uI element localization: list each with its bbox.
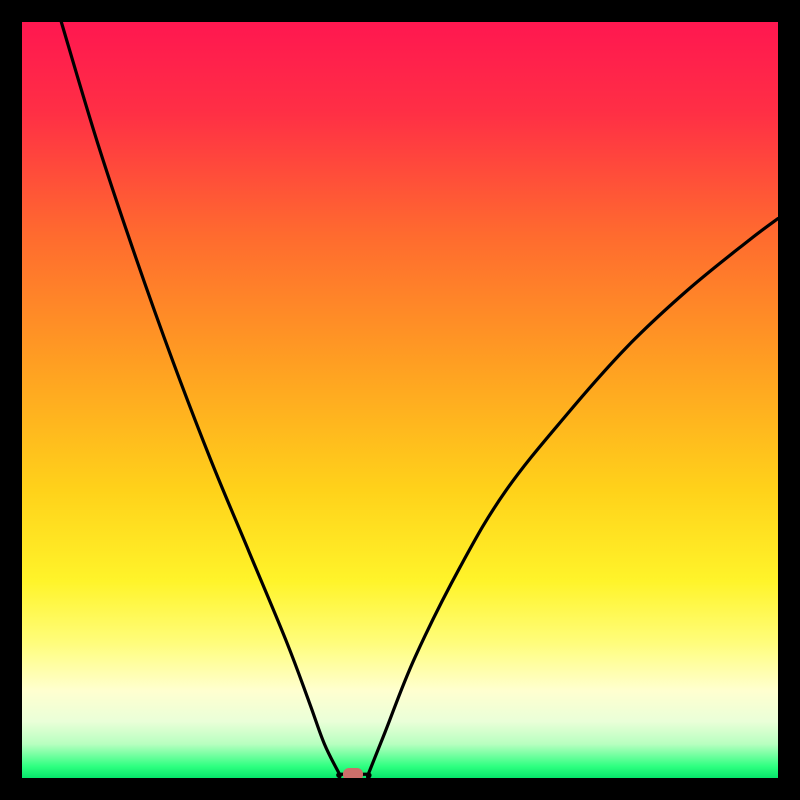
optimal-point-marker (343, 768, 363, 781)
chart-frame (0, 0, 800, 800)
bottleneck-curve (22, 22, 778, 778)
